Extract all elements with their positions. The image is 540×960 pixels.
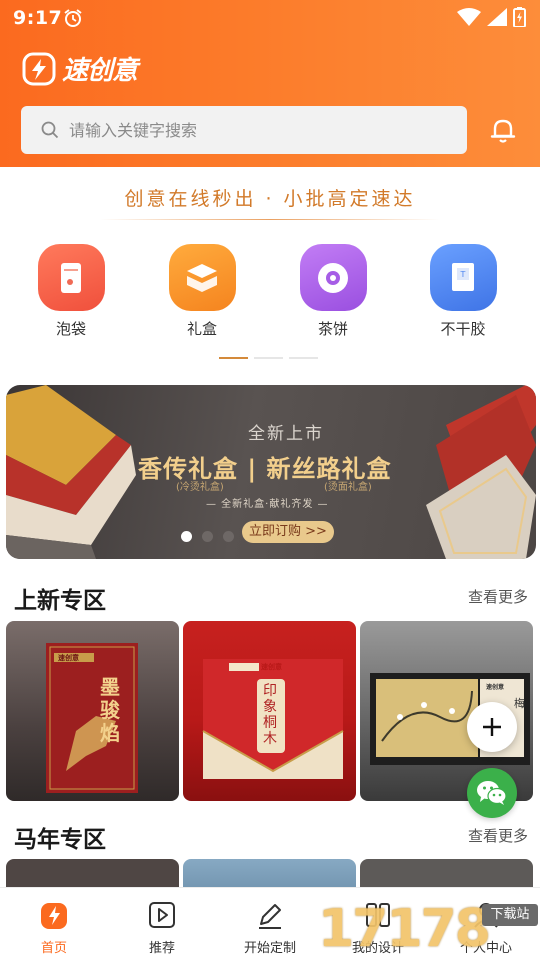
slogan-text: 创意在线秒出 · 小批高定速达: [124, 188, 416, 210]
brand-logo: 速创意: [22, 50, 138, 87]
product-brand-label: 速创意: [58, 654, 79, 662]
wechat-icon: [477, 781, 507, 805]
tab-start-customize[interactable]: 开始定制: [216, 900, 324, 956]
tea-cake-icon: [299, 244, 367, 311]
status-bar: 9:17: [0, 0, 540, 36]
tab-label: 推荐: [148, 941, 175, 956]
product-card[interactable]: 速创意 印象桐木: [183, 621, 356, 801]
bag-icon: [37, 244, 105, 311]
carousel-dot-active[interactable]: [181, 531, 192, 542]
banner-book-left-image: [6, 385, 136, 559]
play-icon: [149, 902, 175, 928]
category-label: 泡袋: [55, 320, 86, 338]
app-header: 9:17 速创意: [0, 0, 540, 167]
banner-note-left: (冷烫礼盒): [176, 482, 224, 493]
product-brand-label: 速创意: [486, 684, 505, 691]
home-icon: [41, 903, 67, 929]
cell-signal-icon: [487, 8, 507, 26]
category-label: 礼盒: [186, 320, 217, 338]
product-label: 印象桐木: [263, 683, 277, 747]
site-watermark: 17178 下载站: [318, 898, 538, 960]
add-button[interactable]: [467, 702, 517, 752]
view-more-link-horse-year[interactable]: 查看更多: [468, 825, 528, 846]
product-card[interactable]: 速创意 墨骏焰: [6, 621, 179, 801]
product-label: 梅: [514, 697, 525, 710]
indicator: [254, 357, 283, 359]
category-sticker[interactable]: T 不干胶: [418, 244, 508, 339]
banner-subtitle: 全新上市: [248, 424, 324, 444]
battery-icon: [513, 7, 526, 27]
banner-tagline: — 全新礼盒·献礼齐发 —: [206, 499, 329, 510]
carousel-dot[interactable]: [202, 531, 213, 542]
tab-label: 开始定制: [243, 941, 296, 956]
banner-note-right: (烫面礼盒): [324, 482, 372, 493]
category-label: 茶饼: [317, 320, 348, 338]
category-bag[interactable]: 泡袋: [26, 244, 116, 339]
plus-icon: [483, 718, 501, 736]
search-bar[interactable]: [21, 106, 467, 154]
watermark-number: 17178: [318, 899, 491, 959]
tab-home[interactable]: 首页: [0, 900, 108, 956]
product-label: 墨骏焰: [100, 675, 120, 745]
category-label: 不干胶: [440, 320, 486, 338]
product-brand-label: 速创意: [261, 663, 282, 671]
carousel-dot[interactable]: [223, 531, 234, 542]
search-icon: [41, 121, 59, 139]
system-icons: [457, 7, 526, 27]
promo-banner[interactable]: 全新上市 香传礼盒 | 新丝路礼盒 (冷烫礼盒) (烫面礼盒) — 全新礼盒·献…: [6, 385, 536, 559]
wifi-icon: [457, 8, 481, 26]
watermark-site-label: 下载站: [482, 904, 538, 926]
product-box-image: [46, 643, 138, 793]
tab-recommend[interactable]: 推荐: [108, 900, 216, 956]
lightning-logo-icon: [22, 52, 56, 85]
status-time: 9:17: [13, 7, 63, 29]
view-more-link-new[interactable]: 查看更多: [468, 586, 528, 607]
indicator: [289, 357, 318, 359]
banner-book-right-image: [426, 385, 536, 559]
indicator-active: [219, 357, 248, 359]
gift-box-icon: [168, 244, 236, 311]
pencil-icon: [259, 904, 281, 929]
search-input[interactable]: [69, 120, 429, 140]
category-tea-cake[interactable]: 茶饼: [288, 244, 378, 339]
notification-bell-icon[interactable]: [489, 116, 517, 144]
category-page-indicator: [219, 357, 318, 359]
tab-label: 首页: [40, 941, 67, 956]
slogan-divider: [100, 219, 440, 220]
sticker-icon: T: [429, 244, 497, 311]
svg-text:T: T: [460, 270, 466, 279]
order-now-button[interactable]: 立即订购 >>: [242, 521, 334, 543]
alarm-clock-icon: [64, 9, 82, 27]
wechat-button[interactable]: [467, 768, 517, 818]
section-title-horse-year: 马年专区: [14, 827, 106, 853]
section-title-new: 上新专区: [14, 588, 106, 614]
category-gift-box[interactable]: 礼盒: [157, 244, 247, 339]
brand-name: 速创意: [62, 56, 138, 86]
